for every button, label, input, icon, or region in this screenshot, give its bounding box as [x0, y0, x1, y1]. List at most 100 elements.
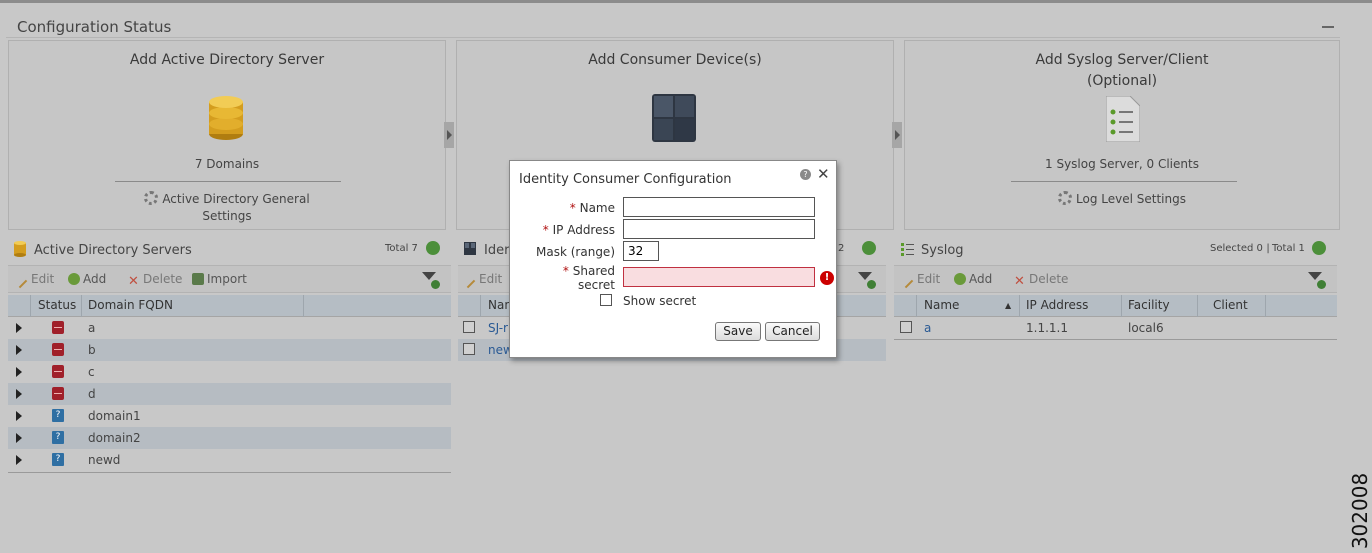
- name-input[interactable]: [623, 197, 815, 217]
- table-row[interactable]: a 1.1.1.1 local6: [894, 317, 1337, 339]
- label-text: Shared: [572, 264, 615, 278]
- refresh-icon[interactable]: [426, 241, 440, 255]
- expand-arrow-icon[interactable]: [16, 345, 22, 355]
- divider: [115, 181, 341, 182]
- syslog-name[interactable]: a: [924, 321, 931, 335]
- domain-fqdn: domain2: [88, 431, 141, 445]
- col-facility[interactable]: Facility: [1128, 298, 1170, 312]
- add-label: Add: [969, 272, 993, 286]
- col-name[interactable]: Name: [924, 298, 959, 312]
- table-row[interactable]: c: [8, 361, 451, 383]
- filter-icon[interactable]: [1308, 271, 1326, 289]
- row-checkbox[interactable]: [463, 321, 475, 333]
- domain-fqdn: newd: [88, 453, 121, 467]
- filter-icon[interactable]: [422, 271, 440, 289]
- ip-address-input[interactable]: [623, 219, 815, 239]
- cancel-button[interactable]: Cancel: [765, 322, 820, 341]
- delete-button[interactable]: ✕ Delete: [1014, 272, 1068, 288]
- col-status[interactable]: Status: [38, 298, 76, 312]
- ad-table-header: Status Domain FQDN: [8, 295, 451, 317]
- show-secret-checkbox[interactable]: [600, 294, 612, 306]
- save-button[interactable]: Save: [715, 322, 761, 341]
- table-row[interactable]: a: [8, 317, 451, 339]
- add-icon: [954, 273, 966, 285]
- separator: |: [1266, 243, 1270, 254]
- pencil-icon: [904, 279, 914, 289]
- add-button[interactable]: Add: [68, 272, 106, 286]
- label-text: secret: [578, 278, 615, 292]
- help-icon[interactable]: ?: [800, 169, 811, 180]
- edit-button[interactable]: Edit: [18, 272, 54, 289]
- sort-asc-icon[interactable]: ▲: [1005, 301, 1011, 310]
- import-button[interactable]: Import: [192, 272, 247, 286]
- expand-arrow-icon[interactable]: [16, 433, 22, 443]
- card-title: Add Consumer Device(s): [588, 52, 762, 68]
- col-client[interactable]: Client: [1213, 298, 1248, 312]
- refresh-icon[interactable]: [1312, 241, 1326, 255]
- panel-title-text: Active Directory Servers: [34, 243, 192, 258]
- edit-label: Edit: [479, 272, 503, 286]
- expand-arrow-icon[interactable]: [16, 323, 22, 333]
- row-checkbox[interactable]: [900, 321, 912, 333]
- error-icon: !: [820, 271, 834, 285]
- divider: [8, 472, 451, 473]
- link-label: Active Directory General Settings: [162, 192, 310, 223]
- table-row[interactable]: ? domain1: [8, 405, 451, 427]
- close-icon[interactable]: ✕: [817, 165, 830, 183]
- gear-icon: [144, 191, 159, 205]
- domain-fqdn: domain1: [88, 409, 141, 423]
- delete-label: Delete: [143, 272, 183, 286]
- mask-label: Mask (range): [536, 245, 615, 259]
- pencil-icon: [466, 279, 476, 289]
- status-unknown-icon: ?: [52, 409, 64, 422]
- selected-count: Selected 0: [1210, 243, 1263, 254]
- col-domain-fqdn[interactable]: Domain FQDN: [88, 298, 173, 312]
- ad-general-settings-link[interactable]: Active Directory General Settings: [9, 191, 445, 225]
- required-mark: *: [542, 223, 549, 237]
- table-row[interactable]: ? domain2: [8, 427, 451, 449]
- expand-arrow-icon[interactable]: [16, 411, 22, 421]
- edit-button[interactable]: Edit: [904, 272, 940, 289]
- syslog-facility: local6: [1128, 321, 1164, 335]
- table-row[interactable]: b: [8, 339, 451, 361]
- label-text: Name: [579, 201, 615, 215]
- filter-icon[interactable]: [858, 271, 876, 289]
- mask-input[interactable]: [623, 241, 659, 261]
- divider: [894, 339, 1337, 340]
- status-error-icon: [52, 343, 64, 356]
- panel-title-text: Ider: [484, 243, 510, 258]
- col-ip-address[interactable]: IP Address: [1026, 298, 1088, 312]
- ip-address-label: * IP Address: [543, 223, 615, 237]
- dialog-title: Identity Consumer Configuration: [519, 172, 732, 187]
- add-button[interactable]: Add: [954, 272, 992, 286]
- divider: [1011, 181, 1237, 182]
- delete-button[interactable]: ✕ Delete: [128, 272, 182, 288]
- total-count: Total 1: [1272, 243, 1305, 254]
- syslog-panel-title: Syslog Selected 0 | Total 1: [901, 240, 1331, 262]
- consumer-name[interactable]: SJ-r: [488, 321, 508, 335]
- pencil-icon: [18, 279, 28, 289]
- card-add-ad-server[interactable]: Add Active Directory Server 7 Domains Ac…: [8, 40, 446, 230]
- show-secret-label[interactable]: Show secret: [623, 294, 696, 308]
- database-icon: [14, 241, 26, 257]
- edit-button[interactable]: Edit: [466, 272, 503, 289]
- document-list-icon: [1106, 96, 1140, 142]
- card-add-syslog[interactable]: Add Syslog Server/Client (Optional) 1 Sy…: [904, 40, 1340, 230]
- shared-secret-input[interactable]: [623, 267, 815, 287]
- status-error-icon: [52, 387, 64, 400]
- device-icon: [464, 242, 476, 255]
- figure-number: 302008: [1344, 473, 1372, 553]
- log-level-settings-link[interactable]: Log Level Settings: [905, 191, 1339, 208]
- table-row[interactable]: ? newd: [8, 449, 451, 471]
- expand-arrow-icon[interactable]: [16, 455, 22, 465]
- delete-x-icon: ✕: [128, 274, 139, 289]
- panel-title-text: Syslog: [921, 243, 964, 258]
- minimize-icon[interactable]: [1322, 26, 1334, 28]
- table-row[interactable]: d: [8, 383, 451, 405]
- expand-arrow-icon[interactable]: [16, 367, 22, 377]
- row-checkbox[interactable]: [463, 343, 475, 355]
- name-label: * Name: [570, 201, 615, 215]
- refresh-icon[interactable]: [862, 241, 876, 255]
- expand-arrow-icon[interactable]: [16, 389, 22, 399]
- syslog-ip: 1.1.1.1: [1026, 321, 1068, 335]
